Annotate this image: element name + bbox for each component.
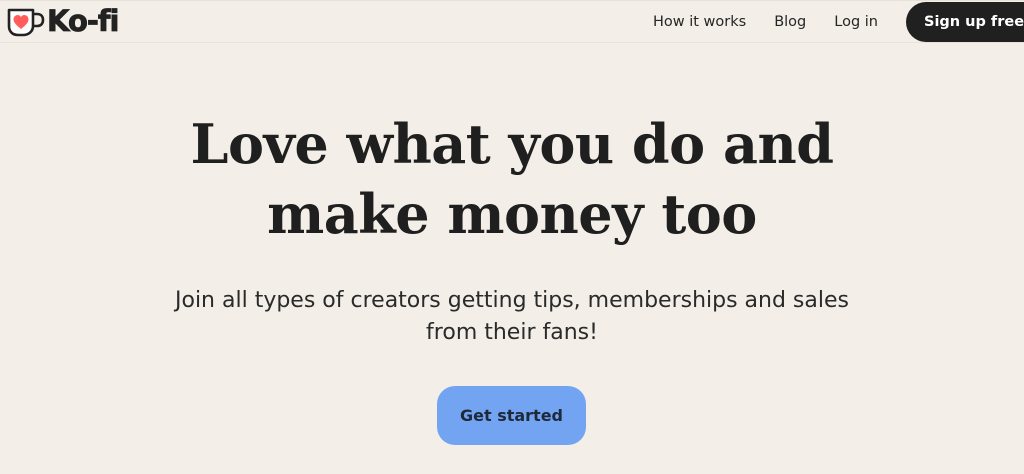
- hero-subtitle-line-2: from their fans!: [426, 320, 598, 345]
- nav-how-it-works-link[interactable]: How it works: [653, 14, 746, 30]
- nav-login-link[interactable]: Log in: [834, 14, 878, 30]
- page: Ko-fi How it works Blog Log in Sign up f…: [0, 0, 1024, 474]
- hero-title: Love what you do and make money too: [0, 109, 1024, 249]
- header-divider: [0, 42, 1024, 43]
- hero-subtitle: Join all types of creators getting tips,…: [112, 285, 912, 349]
- kofi-cup-heart-icon: [7, 8, 45, 37]
- top-nav: How it works Blog Log in Sign up free: [653, 1, 1024, 42]
- hero-subtitle-line-1: Join all types of creators getting tips,…: [175, 288, 849, 313]
- hero-title-line-2: make money too: [267, 182, 757, 246]
- sign-up-free-button[interactable]: Sign up free: [906, 1, 1024, 42]
- kofi-logo[interactable]: Ko-fi: [6, 3, 120, 39]
- nav-blog-link[interactable]: Blog: [774, 14, 806, 30]
- hero-title-line-1: Love what you do and: [190, 112, 834, 176]
- logo-text: Ko-fi: [47, 4, 120, 39]
- get-started-button[interactable]: Get started: [437, 386, 586, 445]
